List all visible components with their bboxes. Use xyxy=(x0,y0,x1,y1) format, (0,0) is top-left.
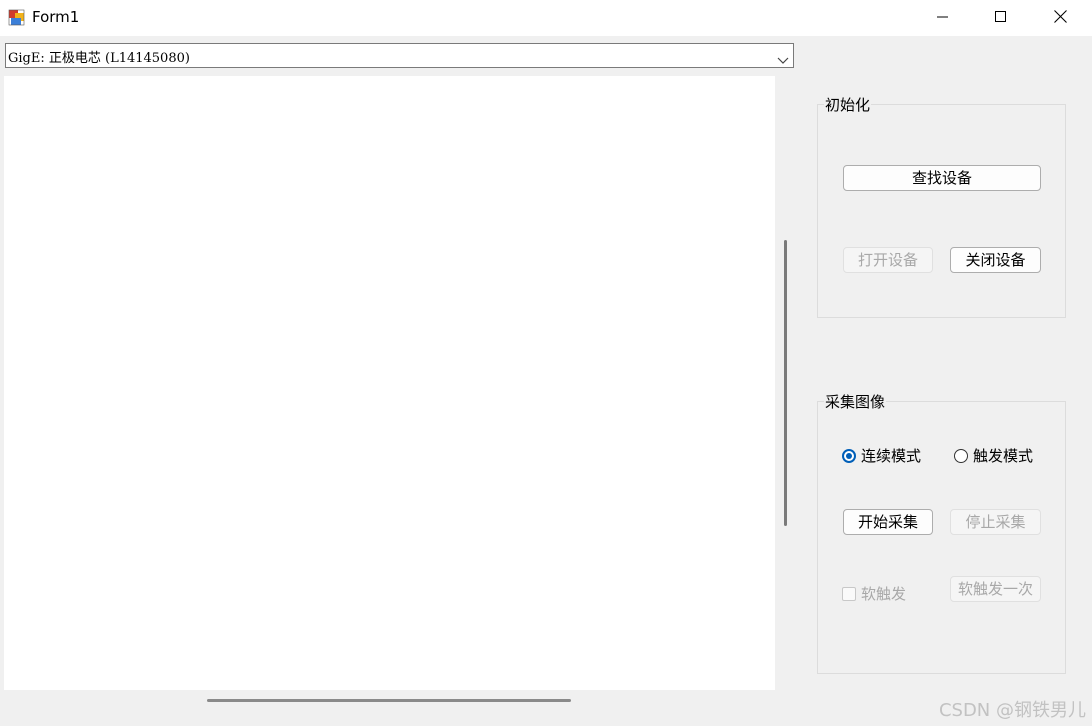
image-display-area xyxy=(4,76,775,690)
close-icon xyxy=(1053,9,1067,27)
soft-trigger-label: 软触发 xyxy=(861,585,907,603)
radio-checked-indicator xyxy=(842,448,856,463)
init-groupbox xyxy=(817,104,1066,318)
watermark-text: CSDN @钢铁男儿 xyxy=(938,700,1086,721)
continuous-mode-label: 连续模式 xyxy=(861,447,922,465)
soft-trigger-checkbox[interactable]: 软触发 xyxy=(842,583,906,604)
checkbox-box xyxy=(842,586,856,601)
title-bar: Form1 xyxy=(0,0,1092,36)
vertical-splitter-handle[interactable] xyxy=(784,240,787,526)
find-device-button[interactable]: 查找设备 xyxy=(843,165,1041,191)
capture-group-title: 采集图像 xyxy=(824,391,887,412)
chevron-down-icon[interactable] xyxy=(777,51,789,64)
close-device-button[interactable]: 关闭设备 xyxy=(950,247,1041,273)
open-device-button[interactable]: 打开设备 xyxy=(843,247,933,273)
trigger-mode-radio[interactable]: 触发模式 xyxy=(954,445,1033,466)
minimize-icon xyxy=(937,9,949,27)
app-icon xyxy=(8,9,25,26)
soft-trigger-once-button[interactable]: 软触发一次 xyxy=(950,576,1041,602)
maximize-icon xyxy=(995,9,1007,27)
radio-unchecked-indicator xyxy=(954,448,968,463)
minimize-button[interactable] xyxy=(914,0,972,36)
device-select-value: GigE: 正极电芯 (L14145080) xyxy=(8,51,190,66)
capture-groupbox xyxy=(817,401,1066,674)
device-select[interactable]: GigE: 正极电芯 (L14145080) xyxy=(5,43,794,68)
continuous-mode-radio[interactable]: 连续模式 xyxy=(842,445,921,466)
window-title: Form1 xyxy=(32,8,80,26)
horizontal-splitter-handle[interactable] xyxy=(207,699,571,702)
init-group-title: 初始化 xyxy=(824,94,872,115)
start-capture-button[interactable]: 开始采集 xyxy=(843,509,933,535)
close-button[interactable] xyxy=(1031,0,1089,36)
trigger-mode-label: 触发模式 xyxy=(973,447,1034,465)
stop-capture-button[interactable]: 停止采集 xyxy=(950,509,1041,535)
maximize-button[interactable] xyxy=(972,0,1030,36)
